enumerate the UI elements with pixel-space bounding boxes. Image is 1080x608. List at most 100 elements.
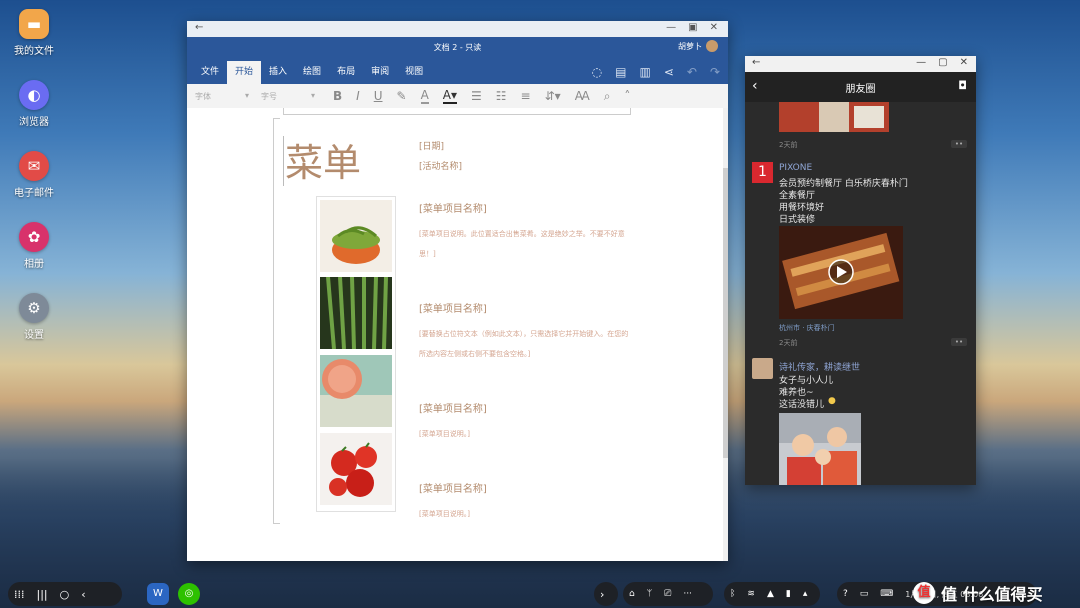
undo-icon[interactable]: ↶ xyxy=(687,65,697,79)
back-arrow-icon[interactable]: ← xyxy=(195,22,203,33)
battery-icon[interactable]: ▮ xyxy=(786,589,791,599)
moments-feed[interactable]: 2天前 •• 1 PIXONE 会员预约制餐厅 白乐桥庆春朴门 全素餐厅 用餐环… xyxy=(745,102,976,485)
moments-title: 朋友圈 xyxy=(845,84,876,95)
word-window: ← — ▣ ✕ 文档 2 - 只读 胡萝卜 文件 开始 插入 绘图 布局 审阅 … xyxy=(187,21,728,561)
bullets-icon[interactable]: ☰ xyxy=(471,89,482,103)
chevron-up-icon[interactable]: ▴ xyxy=(803,589,808,599)
desktop-icon-email[interactable]: ✉ 电子邮件 xyxy=(8,151,60,199)
highlight-icon[interactable]: ✎ xyxy=(397,89,407,103)
maximize-icon[interactable]: ▣ xyxy=(688,22,697,33)
word-app-icon[interactable]: W xyxy=(147,583,169,605)
vertical-scrollbar[interactable] xyxy=(723,108,728,561)
expand-tray-button[interactable]: › xyxy=(594,582,618,606)
scrollbar-thumb[interactable] xyxy=(723,168,728,458)
post-text-line: 这话没错儿 xyxy=(779,400,825,410)
tab-home[interactable]: 开始 xyxy=(227,61,262,84)
bean-bowl-image xyxy=(320,200,392,272)
more-icon[interactable]: •• xyxy=(951,140,967,148)
tab-draw[interactable]: 绘图 xyxy=(295,61,329,84)
screen-icon[interactable]: ▭ xyxy=(860,589,869,599)
gallery-icon: ✿ xyxy=(19,222,49,252)
menu-item-description[interactable]: [菜单项目说明。此位置适合出售菜肴。这是绝妙之举。不要不好意思！] xyxy=(419,224,631,264)
wechat-app-icon[interactable]: ◎ xyxy=(178,583,200,605)
minimize-icon[interactable]: — xyxy=(916,57,926,68)
collapse-ribbon-icon[interactable]: ˄ xyxy=(624,89,630,103)
desktop-icon-my-files[interactable]: ▬ 我的文件 xyxy=(8,9,60,57)
styles-icon[interactable]: Ꜳ xyxy=(575,89,590,103)
bold-button[interactable]: B xyxy=(333,89,342,103)
user-account[interactable]: 胡萝卜 xyxy=(678,40,718,52)
desktop-icon-browser[interactable]: ◐ 浏览器 xyxy=(8,80,60,128)
bluetooth-icon[interactable]: ᛒ xyxy=(730,589,735,599)
menu-item-description[interactable]: [菜单项目说明。] xyxy=(419,504,631,524)
book-icon[interactable]: ▥ xyxy=(639,65,650,79)
numbering-icon[interactable]: ☷ xyxy=(496,89,507,103)
close-icon[interactable]: ✕ xyxy=(960,57,968,68)
signal-icon[interactable]: ▲ xyxy=(767,589,774,599)
close-icon[interactable]: ✕ xyxy=(710,22,718,33)
maximize-icon[interactable]: ▢ xyxy=(938,57,947,68)
browser-icon: ◐ xyxy=(19,80,49,110)
font-size-dropdown[interactable]: 字号 xyxy=(261,91,319,102)
more-icon[interactable]: ··· xyxy=(683,589,692,599)
keyboard-icon[interactable]: ⌨ xyxy=(880,589,893,599)
wifi-icon[interactable]: ≋ xyxy=(747,589,755,599)
post-author[interactable]: PIXONE xyxy=(779,163,812,173)
lock-icon[interactable]: ⌂ xyxy=(629,589,635,599)
font-color-icon[interactable]: A xyxy=(420,88,429,104)
tab-view[interactable]: 视图 xyxy=(397,61,431,84)
menu-item-description[interactable]: [菜单项目说明。] xyxy=(419,424,631,444)
menu-item-name[interactable]: [菜单项目名称] xyxy=(419,300,487,315)
folder-icon: ▬ xyxy=(19,9,49,39)
back-icon[interactable]: ‹ xyxy=(81,588,85,601)
tab-file[interactable]: 文件 xyxy=(193,61,227,84)
cast-icon[interactable]: ⎚ xyxy=(664,589,671,599)
camera-icon[interactable]: ◘ xyxy=(958,79,967,92)
back-arrow-icon[interactable]: ← xyxy=(752,57,760,68)
save-icon[interactable]: ▤ xyxy=(615,65,626,79)
usb-icon[interactable]: ᛘ xyxy=(647,589,652,599)
redo-icon[interactable]: ↷ xyxy=(710,65,720,79)
menu-item-name[interactable]: [菜单项目名称] xyxy=(419,480,487,495)
asparagus-image xyxy=(320,277,392,349)
post-author[interactable]: 诗礼传家，耕读继世 xyxy=(779,360,860,373)
event-placeholder[interactable]: [活动名称] xyxy=(419,159,462,172)
home-icon[interactable]: ○ xyxy=(60,588,70,601)
apps-grid-icon[interactable]: ⁞⁞⁞ xyxy=(14,588,25,601)
word-ribbon: 文档 2 - 只读 胡萝卜 文件 开始 插入 绘图 布局 审阅 视图 ◌ ▤ ▥… xyxy=(187,37,728,109)
post-location[interactable]: 杭州市 · 庆春朴门 xyxy=(779,323,835,333)
menu-item-description[interactable]: [要替换占位符文本（例如此文本），只需选择它并开始键入。在您的所选内容左侧或右侧… xyxy=(419,324,631,364)
taskbar: ⁞⁞⁞ ||| ○ ‹ W ◎ › ⌂ ᛘ ⎚ ··· ᛒ ≋ ▲ ▮ ▴ ? … xyxy=(0,574,1080,608)
document-title: 文档 2 - 只读 xyxy=(433,43,482,52)
paragraph-icon[interactable]: ⇵▾ xyxy=(545,89,561,103)
word-window-titlebar: ← — ▣ ✕ xyxy=(187,21,728,37)
text-color-icon[interactable]: A▾ xyxy=(442,88,458,104)
more-icon[interactable]: •• xyxy=(951,338,967,346)
help-icon[interactable]: ? xyxy=(843,589,848,599)
date-placeholder[interactable]: [日期] xyxy=(419,139,444,152)
search-icon[interactable]: ⌕ xyxy=(604,89,611,104)
tab-insert[interactable]: 插入 xyxy=(261,61,295,84)
align-icon[interactable]: ≡ xyxy=(521,89,531,103)
minimize-icon[interactable]: — xyxy=(666,22,676,33)
tab-layout[interactable]: 布局 xyxy=(329,61,363,84)
menu-item-name[interactable]: [菜单项目名称] xyxy=(419,200,487,215)
menu-item-name[interactable]: [菜单项目名称] xyxy=(419,400,487,415)
share-icon[interactable]: ⋖ xyxy=(664,65,674,79)
desktop-icon-gallery[interactable]: ✿ 相册 xyxy=(8,222,60,270)
document-canvas[interactable]: 菜单 [日期] [活动名称] [菜单项目名称] [菜单项目说明。此位置适合出售菜… xyxy=(187,108,728,561)
italic-button[interactable]: I xyxy=(356,89,360,103)
recent-apps-icon[interactable]: ||| xyxy=(37,588,48,601)
lightbulb-icon[interactable]: ◌ xyxy=(592,65,602,79)
avatar[interactable]: 1 xyxy=(752,162,773,183)
nav-buttons: ⁞⁞⁞ ||| ○ ‹ xyxy=(8,582,122,606)
tab-review[interactable]: 审阅 xyxy=(363,61,397,84)
avatar[interactable] xyxy=(752,358,773,379)
desktop-icon-settings[interactable]: ⚙ 设置 xyxy=(8,293,60,341)
post-video-thumbnail[interactable] xyxy=(779,226,903,319)
page-title[interactable]: 菜单 xyxy=(285,132,361,187)
font-family-dropdown[interactable]: 字体 xyxy=(195,91,253,102)
underline-button[interactable]: U xyxy=(374,89,383,103)
post-image[interactable] xyxy=(779,413,861,485)
status-icons: ᛒ ≋ ▲ ▮ ▴ xyxy=(724,582,820,606)
